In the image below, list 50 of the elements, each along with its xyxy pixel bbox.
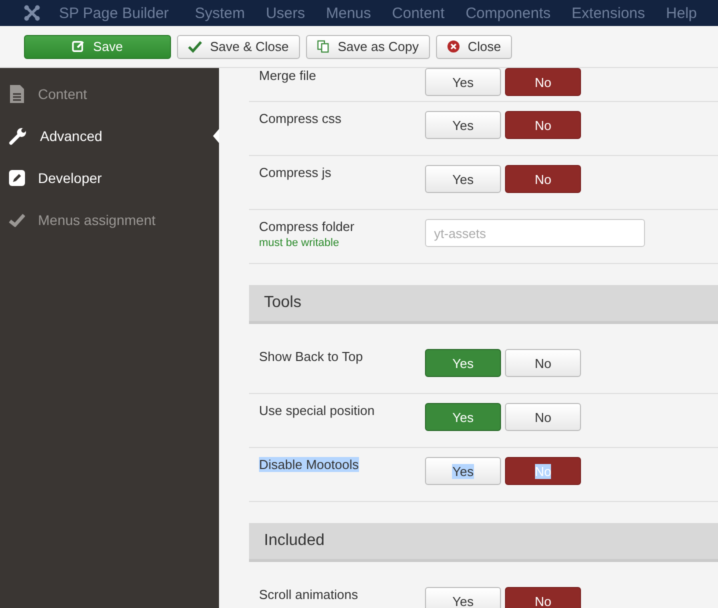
hint-text: must be writable [259,237,340,249]
field-label: Merge file [259,68,316,83]
field-label: Compress css [259,111,342,126]
toggle-option[interactable]: No [505,349,581,377]
field-label: Disable Mootools [259,457,359,472]
pencil-icon [9,170,25,186]
menu-item[interactable]: Users [266,4,305,22]
toggle-option[interactable]: No [505,68,581,96]
toggle-option[interactable]: Yes [425,349,501,377]
copy-button[interactable]: Save as Copy [306,34,430,58]
toggle-option[interactable]: Yes [425,111,501,139]
sidebar-item[interactable]: Content [0,73,219,115]
site-title[interactable]: SP Page Builder [59,4,169,22]
field-label: Compress folder [259,219,354,234]
text-field[interactable]: yt-assets [425,219,645,247]
toggle-option[interactable]: Yes [425,403,501,431]
save-close-button[interactable]: Save & Close [177,34,300,58]
menu-item[interactable]: Components [466,4,551,22]
menu-item[interactable]: Extensions [572,4,646,22]
toggle-option[interactable]: Yes [425,165,501,193]
menu-item[interactable]: System [194,4,245,22]
field-label: Compress js [259,165,332,180]
toggle-option[interactable]: No [505,165,581,193]
toggle-option[interactable]: No [505,587,581,608]
menu-item[interactable]: Menus [326,4,372,22]
field-label: Scroll animations [259,587,358,602]
toggle-option[interactable]: No [505,403,581,431]
section-header: Included [249,523,718,562]
sidebar-item[interactable]: Menus assignment [0,199,219,241]
copy-icon [316,40,330,53]
toggle-option[interactable]: No [505,111,581,139]
menu-item[interactable]: Help [666,4,697,22]
sidebar-item[interactable]: Advanced [0,115,219,157]
menu-item[interactable]: Content [392,4,445,22]
sidebar-item[interactable]: Developer [0,157,219,199]
wrench-icon [9,127,27,145]
field-label: Use special position [259,403,375,418]
toggle-option[interactable]: Yes [425,68,501,96]
joomla-logo-icon[interactable] [23,4,41,22]
close-icon [446,40,460,53]
check-icon [9,214,25,226]
toggle-option[interactable]: Yes [425,457,501,485]
close-button[interactable]: Close [436,34,512,58]
field-label: Show Back to Top [259,349,363,364]
save-button[interactable]: Save [24,34,171,58]
section-header: Tools [249,285,718,324]
edit-icon [72,40,86,53]
document-icon [9,85,25,103]
check-icon [188,40,202,52]
toggle-option[interactable]: Yes [425,587,501,608]
